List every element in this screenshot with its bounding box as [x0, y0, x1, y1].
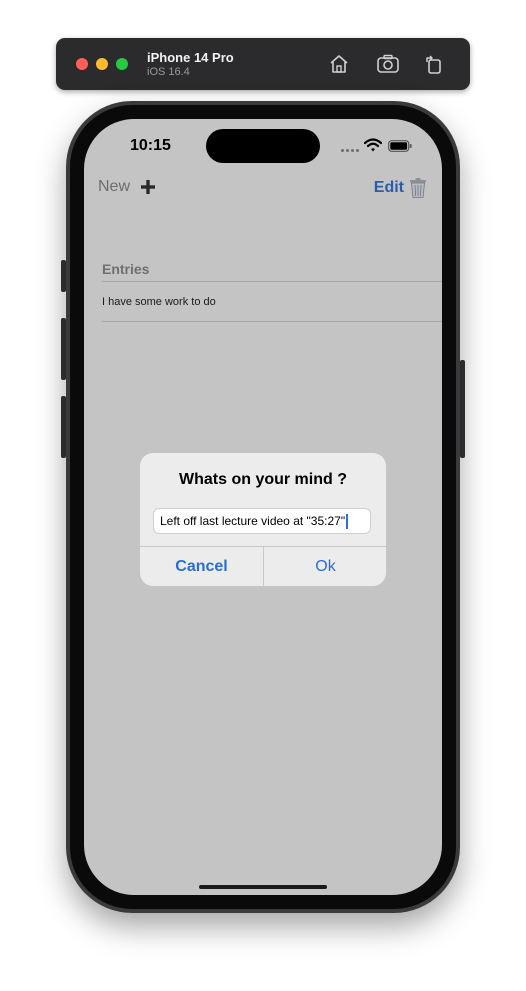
home-button[interactable]	[327, 52, 351, 76]
os-version: iOS 16.4	[147, 66, 190, 78]
trash-icon	[410, 178, 426, 198]
new-label: New	[98, 178, 131, 195]
cancel-button[interactable]: Cancel	[140, 547, 263, 586]
edit-button[interactable]: Edit	[374, 177, 428, 199]
list-item[interactable]: I have some work to do	[102, 282, 442, 321]
ok-button[interactable]: Ok	[264, 547, 386, 586]
simulator-window: iPhone 14 Pro iOS 16.4 10:15 New Edit En…	[0, 0, 526, 991]
zoom-window-button[interactable]	[116, 58, 128, 70]
text-cursor	[346, 513, 349, 529]
home-icon	[330, 55, 348, 73]
list-item-label: I have some work to do	[102, 295, 216, 308]
section-header-entries: Entries	[102, 261, 150, 277]
screenshot-button[interactable]	[376, 52, 400, 76]
edit-label: Edit	[373, 179, 404, 196]
new-entry-button[interactable]: New	[98, 178, 156, 196]
close-window-button[interactable]	[76, 58, 88, 70]
status-time: 10:15	[130, 137, 171, 154]
entry-text-field[interactable]: Left off last lecture video at "35:27"	[153, 508, 371, 534]
rotate-icon	[426, 55, 441, 74]
rotate-button[interactable]	[422, 52, 446, 76]
device-name: iPhone 14 Pro	[147, 50, 234, 65]
power-button[interactable]	[460, 360, 465, 458]
entry-text-value: Left off last lecture video at "35:27"	[160, 514, 346, 528]
phone-screen: 10:15 New Edit Entries I have some work …	[84, 119, 442, 895]
simulator-toolbar: iPhone 14 Pro iOS 16.4	[56, 38, 470, 90]
screenshot-icon	[377, 54, 399, 73]
alert-title: Whats on your mind ?	[179, 471, 347, 488]
minimize-window-button[interactable]	[96, 58, 108, 70]
signal-icon	[341, 149, 359, 152]
dynamic-island	[206, 129, 320, 163]
plus-icon	[141, 180, 156, 194]
list-divider	[102, 321, 442, 322]
alert-dialog: Whats on your mind ? Left off last lectu…	[140, 453, 386, 586]
battery-icon	[388, 140, 412, 152]
home-indicator[interactable]	[199, 885, 327, 889]
wifi-icon	[364, 138, 382, 152]
